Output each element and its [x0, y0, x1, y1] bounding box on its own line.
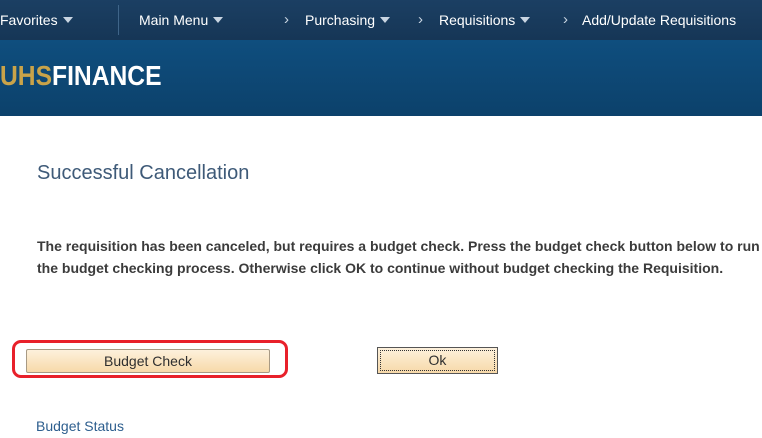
- budget-check-button[interactable]: Budget Check: [26, 349, 270, 373]
- breadcrumb-purchasing-label: Purchasing: [305, 12, 376, 28]
- page-title: Successful Cancellation: [37, 162, 250, 184]
- top-nav-bar: Favorites Main Menu › Purchasing › Requi…: [0, 0, 762, 40]
- uhs-finance-logo: UHSFINANCE: [0, 60, 162, 92]
- chevron-right-icon: ›: [418, 11, 423, 28]
- favorites-menu[interactable]: Favorites: [0, 0, 73, 40]
- budget-status-link[interactable]: Budget Status: [36, 418, 124, 434]
- logo-uhs-text: UHS: [0, 60, 53, 91]
- nav-divider: [118, 5, 119, 35]
- chevron-right-icon: ›: [284, 11, 289, 28]
- breadcrumb-purchasing[interactable]: Purchasing: [305, 0, 391, 40]
- breadcrumb-add-update-label: Add/Update Requisitions: [582, 12, 737, 28]
- breadcrumb-add-update-requisitions[interactable]: Add/Update Requisitions: [582, 0, 736, 40]
- chevron-right-icon: ›: [563, 11, 568, 28]
- main-menu-label: Main Menu: [139, 12, 209, 28]
- cancellation-message: The requisition has been canceled, but r…: [37, 238, 760, 276]
- logo-finance-text: FINANCE: [52, 60, 162, 91]
- chevron-down-icon: [380, 17, 391, 23]
- ok-button[interactable]: Ok: [377, 347, 498, 374]
- breadcrumb-requisitions[interactable]: Requisitions: [439, 0, 531, 40]
- chevron-down-icon: [213, 17, 224, 23]
- chevron-down-icon: [62, 17, 73, 23]
- favorites-label: Favorites: [0, 12, 58, 28]
- chevron-down-icon: [520, 17, 531, 23]
- breadcrumb-requisitions-label: Requisitions: [439, 12, 516, 28]
- main-menu[interactable]: Main Menu: [139, 0, 224, 40]
